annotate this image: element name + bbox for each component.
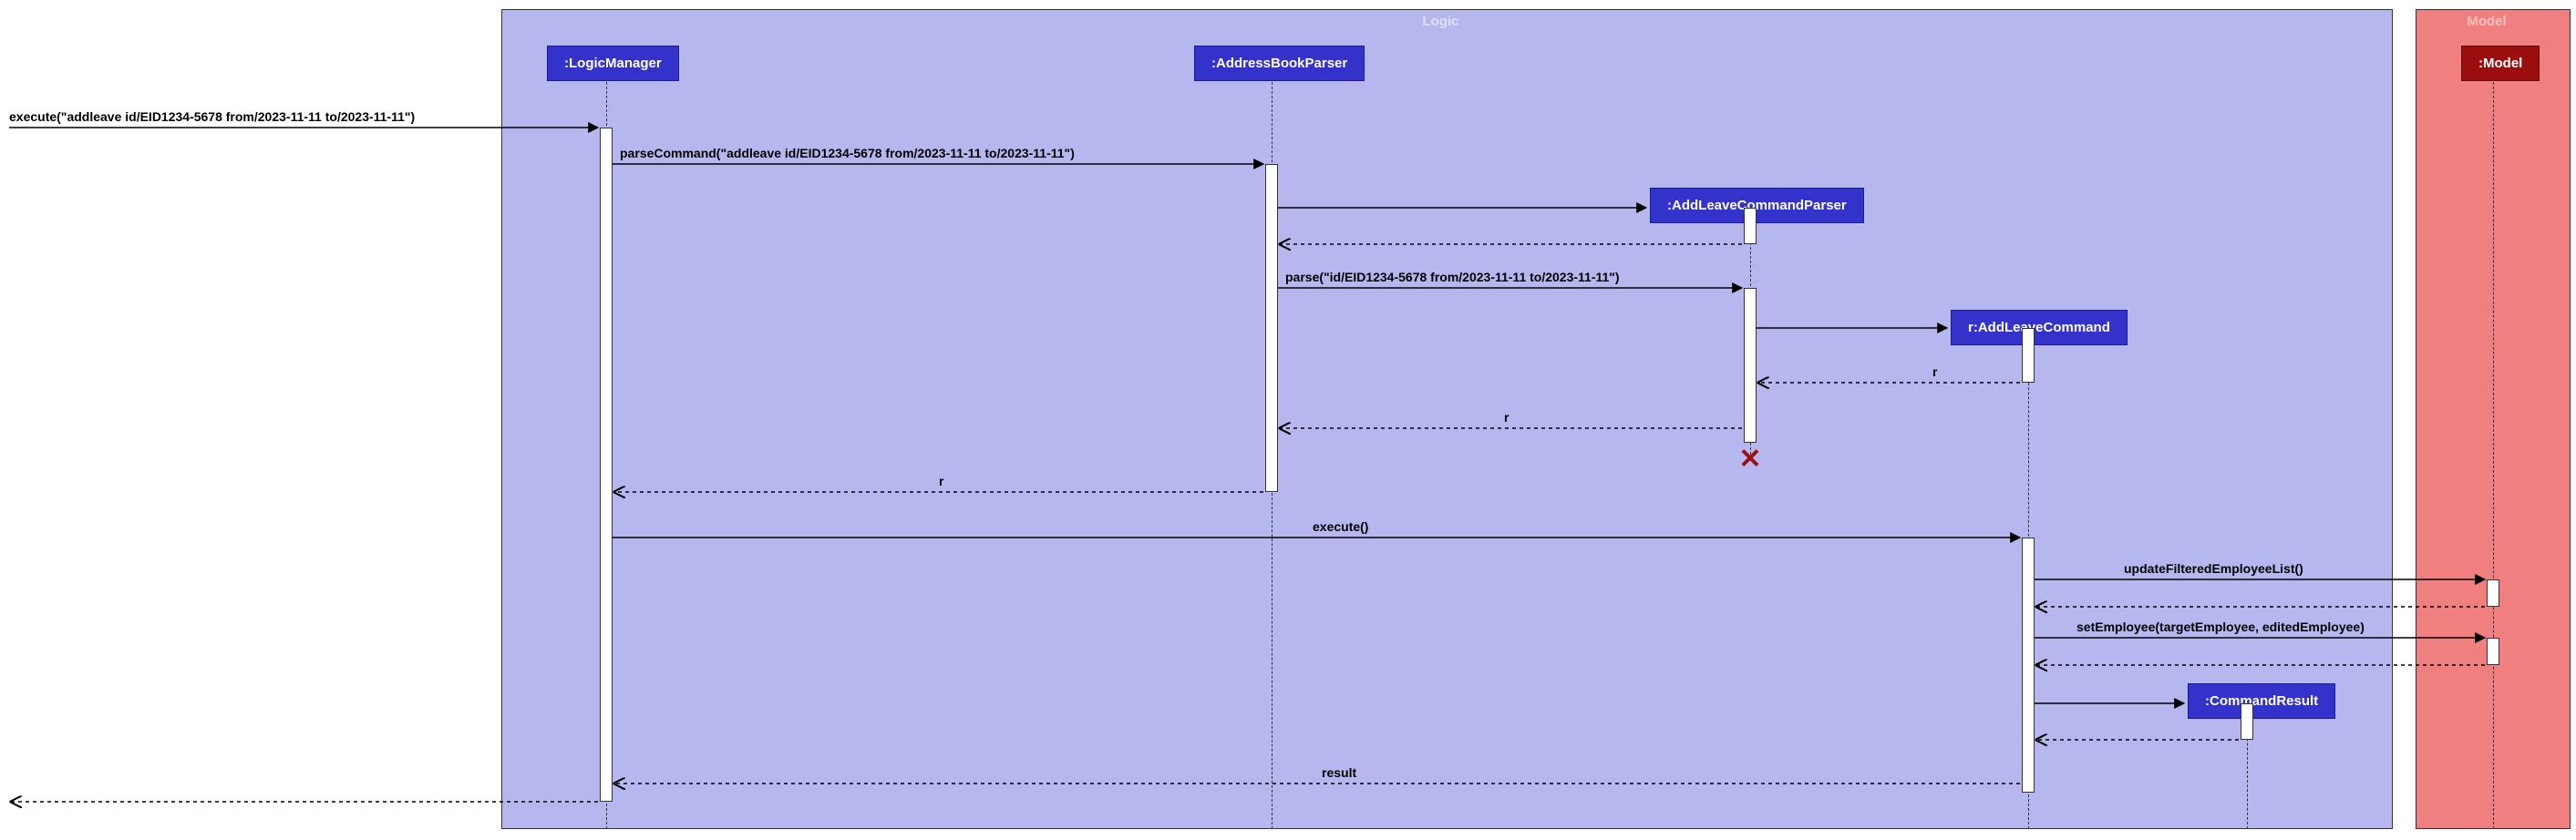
- msg-return-r-3: r: [939, 474, 943, 488]
- lifeline-model: [2493, 82, 2494, 829]
- logic-frame-label: Logic: [1414, 10, 1481, 33]
- msg-execute-addleave: execute("addleave id/EID1234-5678 from/2…: [9, 109, 415, 124]
- msg-return-r-2: r: [1504, 410, 1509, 425]
- msg-parse-command: parseCommand("addleave id/EID1234-5678 f…: [620, 146, 1075, 160]
- destroy-icon: ✕: [1738, 444, 1761, 476]
- participant-add-leave-cmd: r:AddLeaveCommand: [1951, 310, 2128, 345]
- participant-logic-manager: :LogicManager: [547, 46, 679, 81]
- model-frame-label: Model: [2458, 10, 2528, 33]
- activation-cmd-result: [2241, 703, 2253, 740]
- msg-parse: parse("id/EID1234-5678 from/2023-11-11 t…: [1285, 270, 1620, 284]
- activation-add-leave-cmd-2: [2022, 538, 2035, 793]
- activation-address-book-parser: [1265, 164, 1278, 492]
- activation-add-leave-parser-2: [1744, 288, 1757, 443]
- participant-add-leave-parser: :AddLeaveCommandParser: [1650, 188, 1864, 223]
- logic-frame: Logic: [501, 9, 2393, 829]
- participant-model: :Model: [2461, 46, 2540, 81]
- activation-add-leave-parser-1: [1744, 208, 1757, 244]
- msg-return-r-1: r: [1932, 364, 1937, 379]
- participant-cmd-result: :CommandResult: [2188, 683, 2335, 719]
- msg-result: result: [1322, 765, 1356, 780]
- msg-update-filtered: updateFilteredEmployeeList(): [2124, 561, 2303, 576]
- activation-logic-manager: [600, 128, 613, 802]
- activation-model-1: [2487, 579, 2499, 607]
- activation-model-2: [2487, 638, 2499, 665]
- participant-address-book-parser: :AddressBookParser: [1194, 46, 1365, 81]
- msg-execute: execute(): [1313, 519, 1368, 534]
- activation-add-leave-cmd-1: [2022, 328, 2035, 383]
- msg-set-employee: setEmployee(targetEmployee, editedEmploy…: [2076, 620, 2365, 634]
